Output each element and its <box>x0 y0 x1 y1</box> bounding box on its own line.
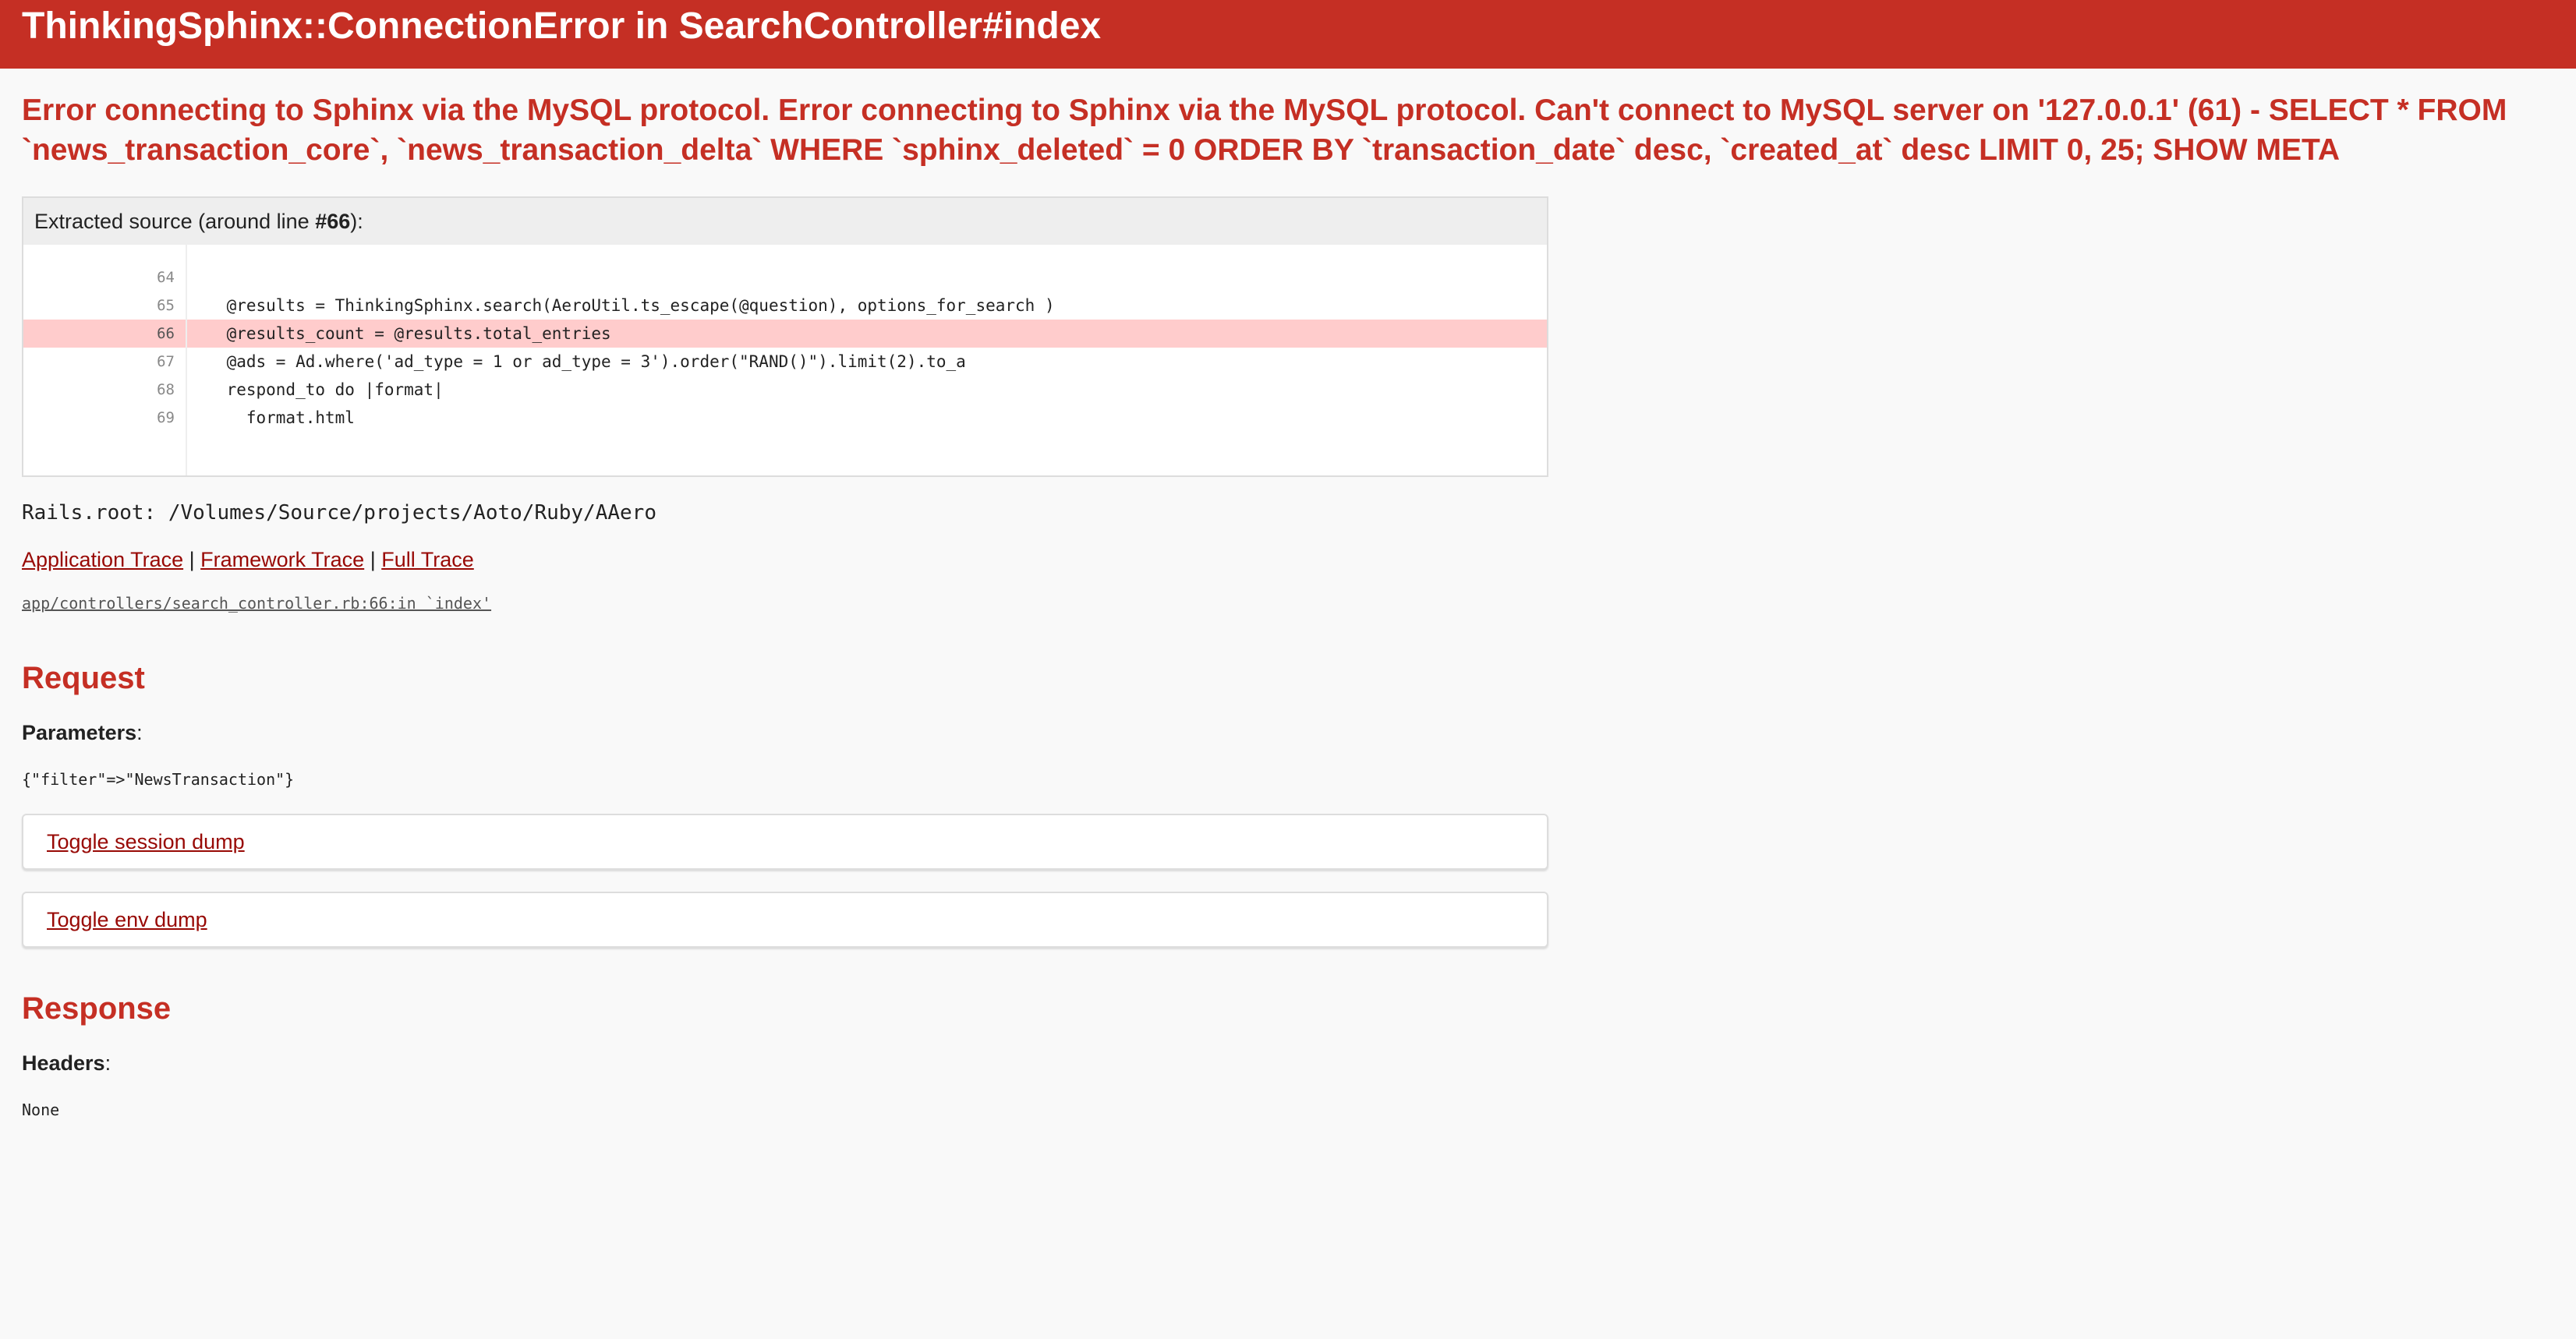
headers-value: None <box>22 1101 60 1119</box>
headers-label: Headers: <box>22 1051 111 1075</box>
line-number-gutter: 64 65 66 67 68 69 <box>23 245 187 475</box>
request-section-title: Request <box>22 661 145 695</box>
error-message: Error connecting to Sphinx via the MySQL… <box>22 94 2507 167</box>
trace-separator: | <box>364 548 382 571</box>
env-dump-box: Toggle env dump <box>22 892 1548 948</box>
trace-line-link[interactable]: app/controllers/search_controller.rb:66:… <box>22 589 2554 617</box>
source-header-suffix: ): <box>350 210 363 233</box>
source-header-prefix: Extracted source (around line <box>34 210 316 233</box>
trace-links: Application Trace | Framework Trace | Fu… <box>22 544 2554 575</box>
line-number: 64 <box>157 269 175 286</box>
rails-root: Rails.root: /Volumes/Source/projects/Aot… <box>22 501 656 525</box>
code-line-highlighted: @results_count = @results.total_entries <box>187 320 1547 348</box>
error-header: ThinkingSphinx::ConnectionError in Searc… <box>0 0 2576 69</box>
line-number-highlighted: 66 <box>23 320 186 348</box>
response-section-title: Response <box>22 991 172 1026</box>
line-number: 69 <box>157 409 175 426</box>
code-line: respond_to do |format| <box>187 380 444 399</box>
line-number: 68 <box>157 381 175 398</box>
parameters-value: {"filter"=>"NewsTransaction"} <box>22 770 295 789</box>
code-line: @ads = Ad.where('ad_type = 1 or ad_type … <box>187 352 966 371</box>
code-line: @results = ThinkingSphinx.search(AeroUti… <box>187 296 1055 315</box>
error-title: ThinkingSphinx::ConnectionError in Searc… <box>22 5 1102 47</box>
session-dump-box: Toggle session dump <box>22 814 1548 870</box>
parameters-label: Parameters: <box>22 721 143 744</box>
application-trace-link[interactable]: Application Trace <box>22 548 183 571</box>
source-header: Extracted source (around line #66): <box>23 198 1547 245</box>
code-lines: @results = ThinkingSphinx.search(AeroUti… <box>187 245 1547 475</box>
full-trace-link[interactable]: Full Trace <box>381 548 474 571</box>
trace-separator: | <box>183 548 201 571</box>
framework-trace-link[interactable]: Framework Trace <box>200 548 364 571</box>
extracted-source: Extracted source (around line #66): 64 6… <box>22 196 1548 477</box>
headers-label-text: Headers <box>22 1051 105 1075</box>
toggle-env-dump-link[interactable]: Toggle env dump <box>47 908 207 931</box>
main-content: Error connecting to Sphinx via the MySQL… <box>0 90 2576 1124</box>
code-line: format.html <box>187 408 355 427</box>
source-body: 64 65 66 67 68 69 @results = ThinkingSph… <box>23 245 1547 475</box>
toggle-session-dump-link[interactable]: Toggle session dump <box>47 830 245 853</box>
source-header-line: #66 <box>315 210 351 233</box>
line-number: 67 <box>157 353 175 370</box>
parameters-label-text: Parameters <box>22 721 137 744</box>
line-number: 65 <box>157 297 175 314</box>
